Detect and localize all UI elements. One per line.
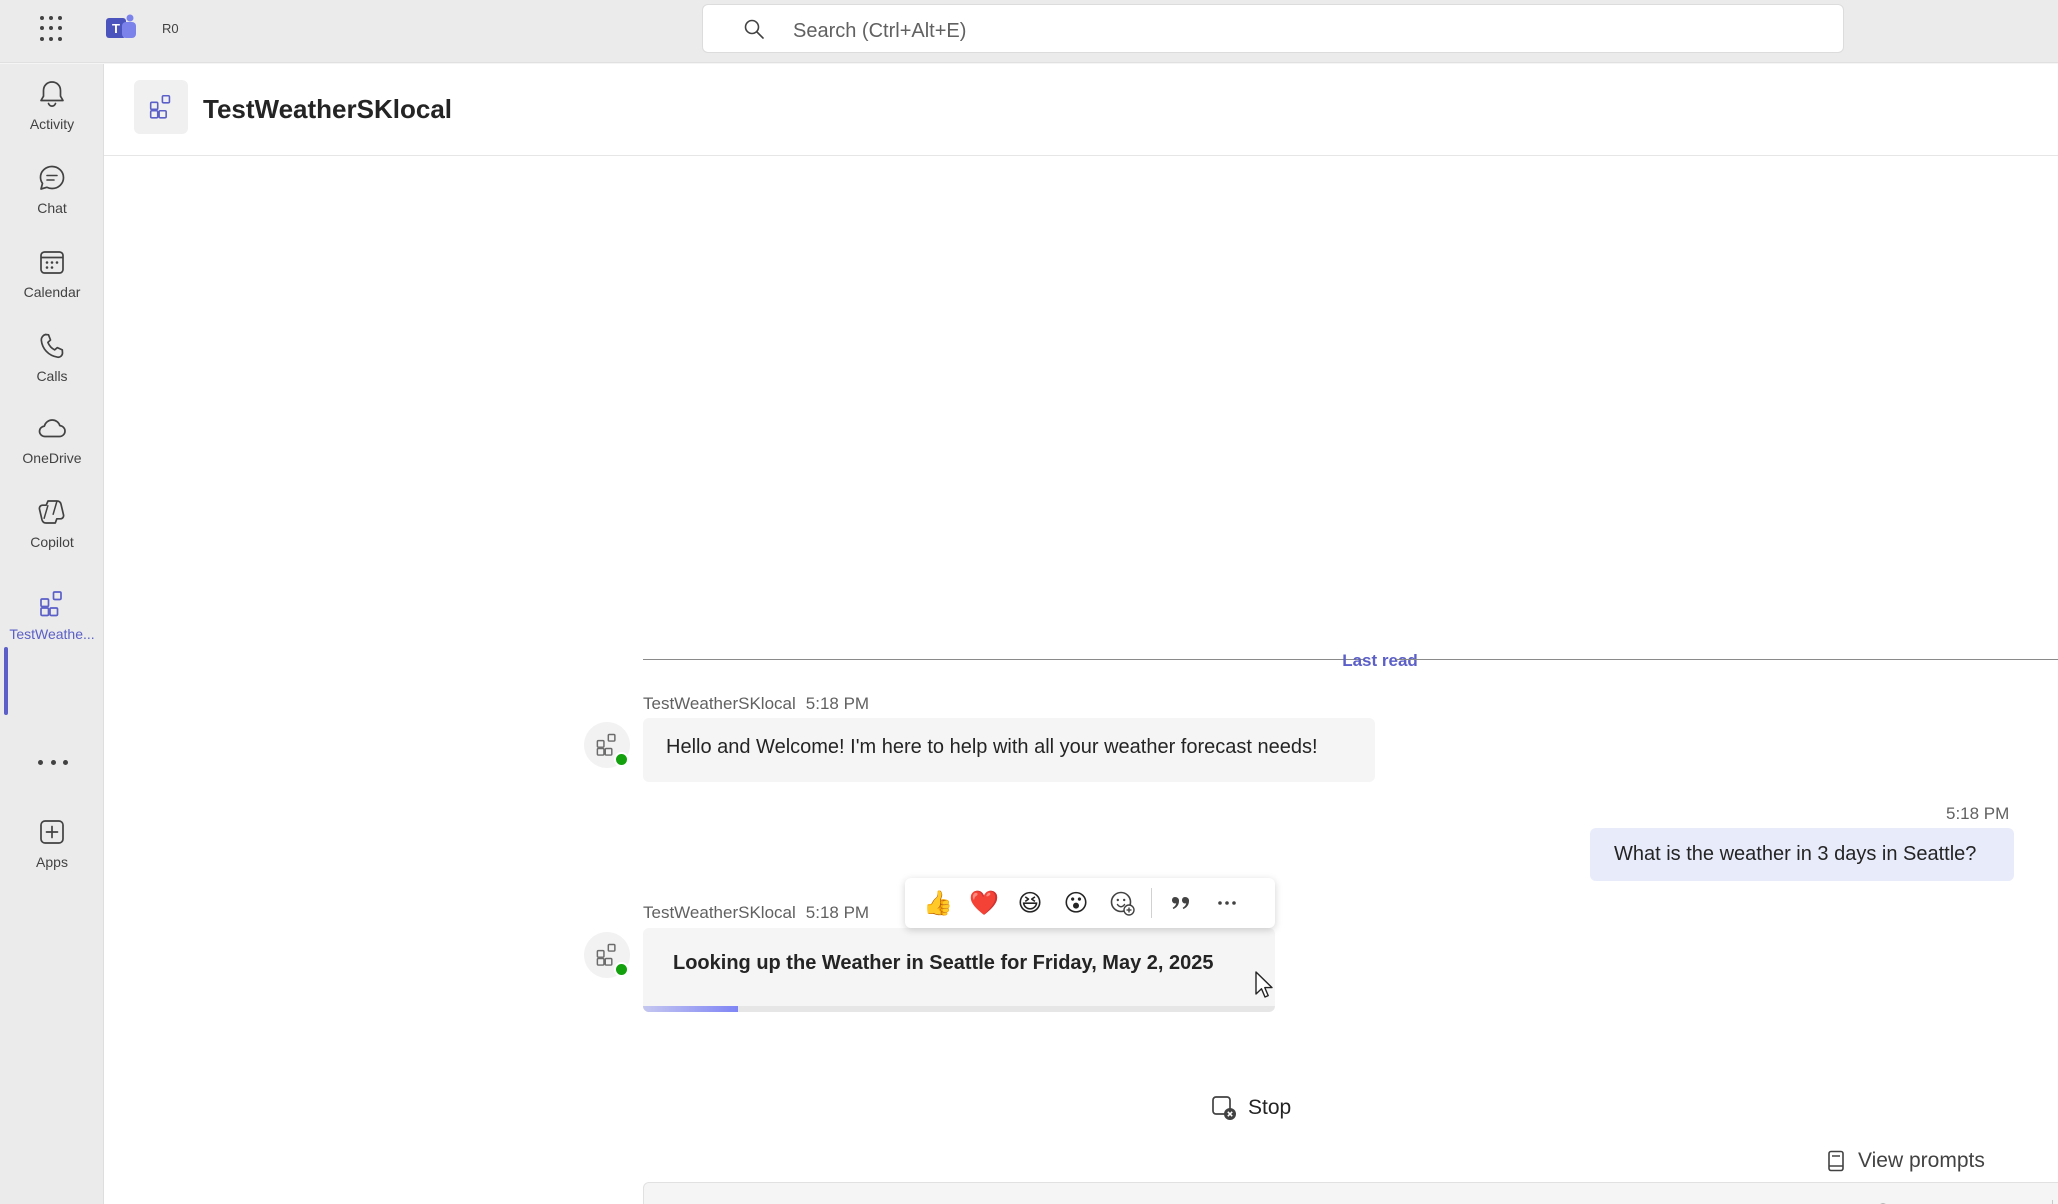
chat-pane: TestWeatherSKlocal Last read TestWeather… bbox=[104, 64, 2058, 1204]
rail-label: TestWeathe... bbox=[9, 626, 95, 642]
calendar-icon bbox=[40, 251, 64, 274]
heart-reaction-button[interactable]: ❤️ bbox=[965, 884, 1003, 922]
app-launcher-icon[interactable] bbox=[40, 16, 66, 42]
like-reaction-button[interactable]: 👍 bbox=[919, 884, 957, 922]
message-time: 5:18 PM bbox=[805, 694, 870, 713]
rail-label: OneDrive bbox=[22, 450, 82, 466]
rail-label: Apps bbox=[36, 854, 68, 870]
message-time: 5:18 PM bbox=[1946, 804, 2010, 823]
stop-label: Stop bbox=[1248, 1096, 1292, 1119]
last-read-label: Last read bbox=[1342, 651, 1418, 670]
bot-avatar[interactable] bbox=[584, 722, 630, 768]
rail-item-onedrive[interactable]: OneDrive bbox=[0, 402, 104, 482]
rail-label: Chat bbox=[37, 200, 67, 216]
copilot-compose-button[interactable] bbox=[1911, 1196, 1949, 1204]
search-placeholder[interactable]: Search (Ctrl+Alt+E) bbox=[793, 20, 966, 43]
rail-item-calendar[interactable]: Calendar bbox=[0, 236, 104, 316]
sender-name: TestWeatherSKlocal bbox=[643, 903, 796, 922]
rail-label: Calls bbox=[36, 368, 68, 384]
prompts-book-icon bbox=[1828, 1150, 1844, 1172]
streaming-progress-bar bbox=[643, 1006, 1275, 1012]
search-icon bbox=[744, 19, 764, 39]
more-apps-icon[interactable] bbox=[38, 752, 68, 772]
search-box[interactable]: Search (Ctrl+Alt+E) bbox=[702, 4, 1844, 53]
rail-item-activity[interactable]: Activity bbox=[0, 68, 104, 148]
rail-item-apps[interactable]: Apps bbox=[0, 806, 104, 886]
top-bar: T R0 Search (Ctrl+Alt+E) bbox=[0, 0, 2058, 63]
app-grid-icon bbox=[134, 80, 188, 134]
rail-item-copilot[interactable]: Copilot bbox=[0, 486, 104, 566]
reaction-toolbar: 👍 ❤️ 😆 😮 bbox=[905, 878, 1275, 928]
rail-label: Activity bbox=[29, 116, 75, 132]
left-rail: Activity Chat Calendar Calls OneDrive Co… bbox=[0, 64, 104, 1204]
message-composer bbox=[643, 1182, 2058, 1204]
chat-header: TestWeatherSKlocal bbox=[104, 64, 2058, 156]
rail-item-calls[interactable]: Calls bbox=[0, 320, 104, 400]
bot-avatar[interactable] bbox=[584, 932, 630, 978]
add-reaction-button[interactable] bbox=[1103, 884, 1141, 922]
app-grid-icon bbox=[40, 591, 62, 617]
more-options-button[interactable] bbox=[1208, 884, 1246, 922]
format-button[interactable] bbox=[1817, 1196, 1855, 1204]
message-meta: TestWeatherSKlocal 5:18 PM bbox=[643, 903, 869, 923]
stop-generating-button[interactable]: Stop bbox=[1210, 1088, 1291, 1128]
quote-reply-button[interactable] bbox=[1162, 884, 1200, 922]
surprised-reaction-button[interactable]: 😮 bbox=[1057, 884, 1095, 922]
presence-available-badge bbox=[614, 962, 629, 977]
message-bubble[interactable]: Hello and Welcome! I'm here to help with… bbox=[643, 718, 1375, 782]
teams-logo-icon: T bbox=[106, 14, 136, 38]
view-prompts-label: View prompts bbox=[1858, 1149, 1985, 1172]
laugh-reaction-button[interactable]: 😆 bbox=[1011, 884, 1049, 922]
view-prompts-button[interactable]: View prompts bbox=[1824, 1145, 1985, 1177]
stop-icon bbox=[1212, 1096, 1236, 1120]
attach-button[interactable] bbox=[2005, 1196, 2043, 1204]
plus-square-icon bbox=[40, 820, 64, 844]
rail-label: Copilot bbox=[30, 534, 74, 550]
quote-icon bbox=[1172, 897, 1189, 909]
mouse-cursor-icon bbox=[1255, 971, 1273, 998]
profile-badge[interactable]: R0 bbox=[158, 17, 183, 40]
divider bbox=[1396, 659, 2058, 660]
progress-fill bbox=[643, 1006, 738, 1012]
svg-text:T: T bbox=[112, 21, 120, 36]
composer-toolbar bbox=[1808, 1196, 2058, 1204]
add-emoji-icon bbox=[1110, 891, 1135, 916]
cloud-icon bbox=[38, 419, 66, 438]
rail-item-testweather[interactable]: TestWeathe... bbox=[0, 578, 104, 658]
presence-available-badge bbox=[614, 752, 629, 767]
chat-icon bbox=[39, 165, 65, 190]
more-horizontal-icon bbox=[1218, 901, 1236, 905]
message-bubble[interactable]: Looking up the Weather in Seattle for Fr… bbox=[643, 928, 1275, 1006]
toolbar-separator bbox=[2052, 1200, 2053, 1204]
sender-name: TestWeatherSKlocal bbox=[643, 694, 796, 713]
toolbar-separator bbox=[1151, 888, 1152, 918]
copilot-icon bbox=[38, 500, 65, 524]
message-time: 5:18 PM bbox=[805, 903, 870, 922]
rail-item-chat[interactable]: Chat bbox=[0, 152, 104, 232]
divider bbox=[643, 659, 1363, 660]
phone-icon bbox=[40, 333, 64, 359]
loop-component-button[interactable] bbox=[1958, 1196, 1996, 1204]
rail-label: Calendar bbox=[23, 284, 81, 300]
sent-message-bubble[interactable]: What is the weather in 3 days in Seattle… bbox=[1590, 828, 2014, 881]
page-title: TestWeatherSKlocal bbox=[203, 94, 453, 124]
message-meta: TestWeatherSKlocal 5:18 PM bbox=[643, 694, 869, 714]
emoji-button[interactable] bbox=[1864, 1196, 1902, 1204]
bell-icon bbox=[40, 81, 64, 107]
